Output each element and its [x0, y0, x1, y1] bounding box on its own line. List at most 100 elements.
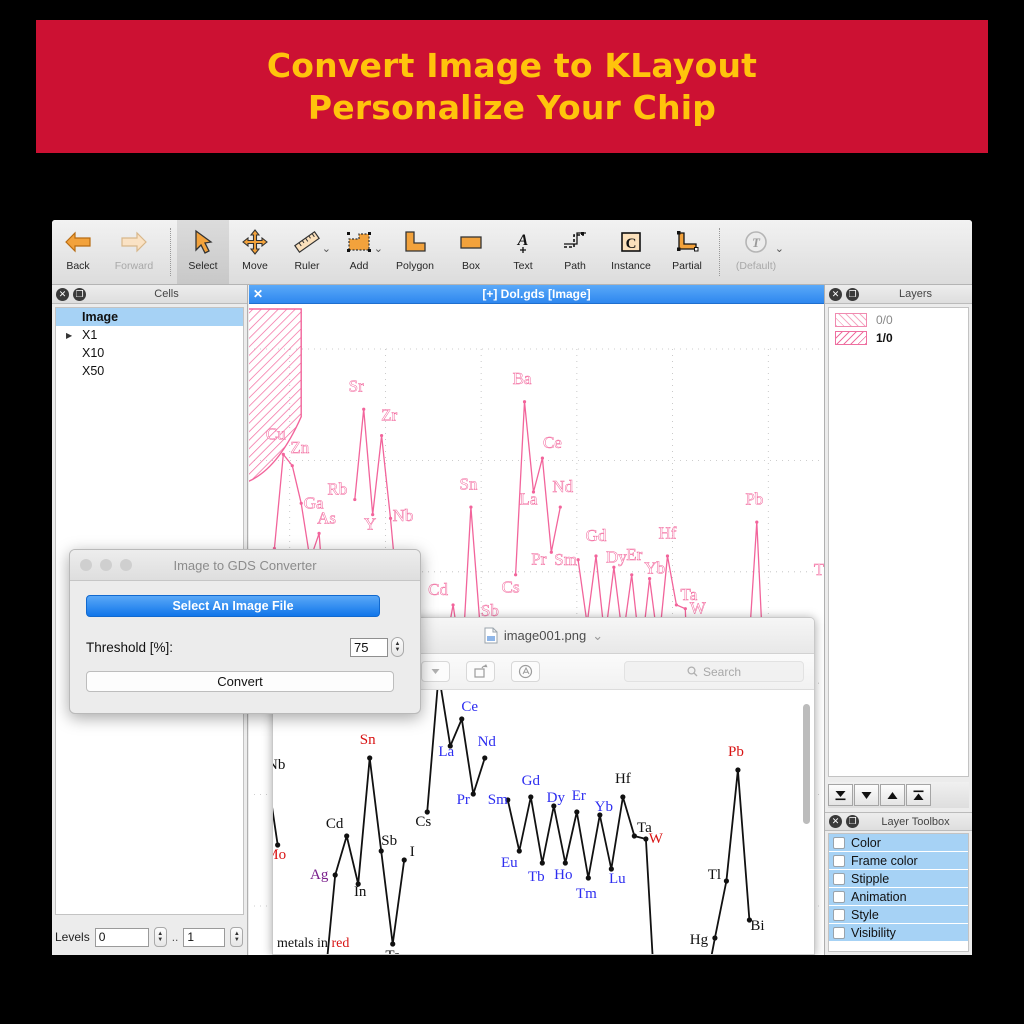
checkbox[interactable]	[833, 872, 845, 885]
item-label: Style	[851, 907, 879, 922]
path-icon	[561, 227, 589, 257]
layer-toolbox-item-frame-color[interactable]: Frame color	[829, 852, 968, 870]
svg-text:Zn: Zn	[290, 438, 309, 457]
layer-stipple-swatch	[835, 331, 867, 345]
undock-icon[interactable]: ❐	[846, 287, 859, 301]
toolbar-button-technology[interactable]: T (Default) ⌄	[726, 220, 786, 284]
banner-title-line-1: Convert Image to KLayout	[266, 45, 758, 85]
toolbar-label-technology: (Default)	[735, 260, 777, 272]
svg-text:Gd: Gd	[522, 773, 541, 789]
cell-name: Image	[82, 310, 119, 324]
preview-image-canvas[interactable]: ScVCrCoNiCuZnGaGeAsSeBrRbSrYZrNbMoRuRhPd…	[273, 690, 814, 954]
rotate-icon[interactable]	[466, 661, 495, 682]
move-to-top-icon[interactable]	[906, 784, 931, 806]
svg-text:Ce: Ce	[543, 433, 562, 452]
preview-scrollbar[interactable]	[803, 704, 810, 824]
layer-toolbox-item-style[interactable]: Style	[829, 906, 968, 924]
close-icon[interactable]: ✕	[56, 287, 69, 301]
svg-text:Sb: Sb	[381, 833, 397, 849]
markup-dropdown-icon[interactable]	[421, 661, 450, 682]
toolbar-separator-2	[719, 228, 720, 276]
move-to-bottom-icon[interactable]	[828, 784, 853, 806]
layer-toolbox-item-stipple[interactable]: Stipple	[829, 870, 968, 888]
cell-row-x50[interactable]: X50	[56, 362, 243, 380]
svg-text:Tb: Tb	[528, 869, 545, 885]
svg-text:Yb: Yb	[595, 799, 613, 815]
svg-text:Tl: Tl	[708, 867, 721, 883]
select-an-image-file-button[interactable]: Select An Image File	[86, 595, 380, 617]
close-icon[interactable]: ✕	[829, 815, 842, 828]
chevron-down-icon[interactable]: ⌄	[322, 242, 331, 255]
text-a-icon: A	[511, 227, 535, 257]
levels-from-stepper[interactable]: ▲ ▼	[153, 927, 167, 947]
layer-row-1-0[interactable]: 1/0	[829, 329, 968, 347]
undock-icon[interactable]: ❐	[73, 287, 86, 301]
checkbox[interactable]	[833, 854, 845, 867]
checkbox[interactable]	[833, 890, 845, 903]
svg-text:Cs: Cs	[502, 577, 520, 596]
toolbar-button-select[interactable]: Select	[177, 220, 229, 284]
image-to-gds-converter-dialog: Image to GDS Converter Select An Image F…	[69, 549, 421, 714]
layer-toolbox-title: Layer Toolbox	[881, 815, 950, 828]
levels-to-input[interactable]: 1	[183, 927, 226, 947]
toolbar-button-text[interactable]: A Text	[497, 220, 549, 284]
polygon-icon	[402, 227, 428, 257]
toolbar-label-path: Path	[564, 260, 586, 272]
toolbar-button-path[interactable]: Path	[549, 220, 601, 284]
undock-icon[interactable]: ❐	[846, 815, 859, 828]
svg-text:A: A	[517, 232, 529, 249]
toolbar-button-polygon[interactable]: Polygon	[385, 220, 445, 284]
banner-title-line-2: Personalize Your Chip	[307, 87, 717, 127]
svg-text:Sm: Sm	[554, 550, 577, 569]
toolbar-button-back[interactable]: Back	[52, 220, 104, 284]
toolbar-button-move[interactable]: Move	[229, 220, 281, 284]
move-up-icon[interactable]	[880, 784, 905, 806]
cell-row-x1[interactable]: ▶ X1	[56, 326, 243, 344]
cell-row-image[interactable]: Image	[56, 308, 243, 326]
instance-c-icon: C	[619, 227, 643, 257]
toolbar-button-partial[interactable]: Partial	[661, 220, 713, 284]
technology-t-icon: T	[742, 227, 770, 257]
convert-button[interactable]: Convert	[86, 671, 394, 692]
layers-list[interactable]: 0/0 1/0	[828, 307, 969, 777]
toolbar-button-ruler[interactable]: Ruler ⌄	[281, 220, 333, 284]
checkbox[interactable]	[833, 836, 845, 849]
chevron-down-icon[interactable]: ⌄	[775, 242, 784, 255]
levels-from-input[interactable]: 0	[94, 927, 149, 947]
layer-toolbox-item-visibility[interactable]: Visibility	[829, 924, 968, 942]
layer-toolbox-list[interactable]: Color Frame color Stipple Animation Styl…	[828, 833, 969, 952]
threshold-stepper[interactable]: ▲ ▼	[391, 637, 404, 657]
svg-text:Pr: Pr	[457, 792, 470, 808]
levels-bar: Levels 0 ▲ ▼ .. 1 ▲ ▼	[55, 924, 244, 950]
checkbox[interactable]	[833, 926, 845, 939]
close-icon[interactable]: ✕	[829, 287, 842, 301]
expand-triangle-icon[interactable]: ▶	[66, 331, 78, 340]
svg-text:Nd: Nd	[552, 477, 573, 496]
toolbar-button-box[interactable]: Box	[445, 220, 497, 284]
preview-filename: image001.png	[503, 628, 587, 643]
add-shape-icon	[345, 227, 373, 257]
svg-text:Bi: Bi	[750, 918, 764, 934]
toolbar-button-forward[interactable]: Forward	[104, 220, 164, 284]
main-toolbar: Back Forward Select Move Ruler ⌄ Add ⌄ P…	[52, 220, 972, 285]
layer-toolbox-item-animation[interactable]: Animation	[829, 888, 968, 906]
close-icon[interactable]: ✕	[249, 287, 267, 301]
layer-toolbox-item-color[interactable]: Color	[829, 834, 968, 852]
layer-row-0-0[interactable]: 0/0	[829, 311, 968, 329]
cell-row-x10[interactable]: X10	[56, 344, 243, 362]
toolbar-button-instance[interactable]: C Instance	[601, 220, 661, 284]
threshold-input[interactable]: 75	[350, 637, 388, 657]
move-down-icon[interactable]	[854, 784, 879, 806]
toolbar-button-add[interactable]: Add ⌄	[333, 220, 385, 284]
levels-to-stepper[interactable]: ▲ ▼	[230, 927, 244, 947]
layers-panel: ✕ ❐ Layers 0/0 1/0 ✕ ❐ Layer Toolbox Col…	[824, 285, 972, 955]
chevron-down-icon[interactable]: ⌄	[374, 242, 383, 255]
canvas-tab-titlebar[interactable]: ✕ [+] Dol.gds [Image]	[249, 285, 824, 304]
layers-panel-title: Layers	[898, 288, 933, 300]
chevron-down-icon[interactable]: ⌄	[592, 628, 603, 644]
checkbox[interactable]	[833, 908, 845, 921]
search-field[interactable]: Search	[624, 661, 804, 682]
search-placeholder: Search	[702, 664, 742, 679]
annotate-icon[interactable]	[511, 661, 540, 682]
dialog-titlebar[interactable]: Image to GDS Converter	[70, 550, 420, 581]
